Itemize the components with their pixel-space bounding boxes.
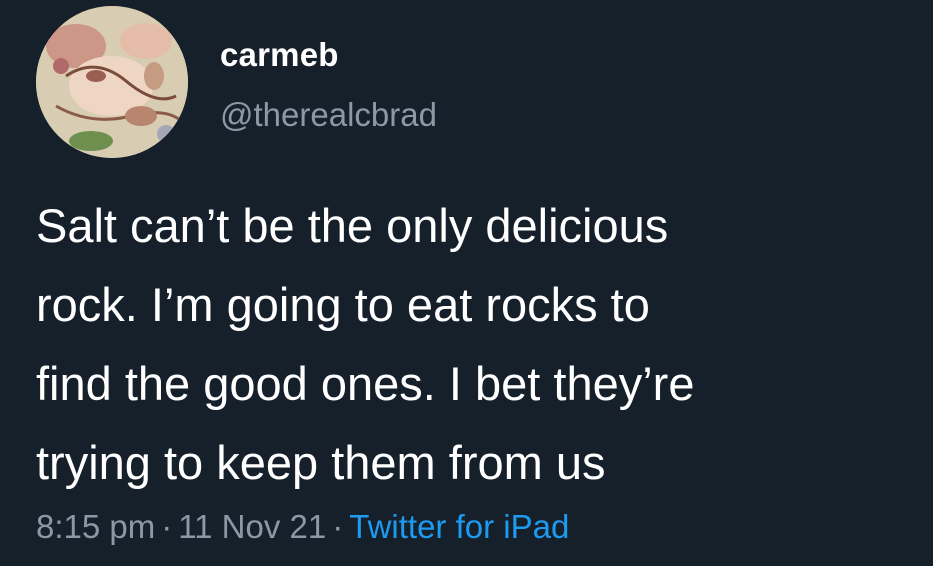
separator-dot: · <box>332 508 344 545</box>
tweet-source-link[interactable]: Twitter for iPad <box>349 508 569 545</box>
tweet: carmeb @therealcbrad Salt can’t be the o… <box>0 0 933 566</box>
avatar[interactable] <box>36 6 188 158</box>
display-name[interactable]: carmeb <box>220 36 339 74</box>
tweet-metadata: 8:15 pm · 11 Nov 21 · Twitter for iPad <box>36 508 569 546</box>
tweet-text: Salt can’t be the only delicious rock. I… <box>36 186 916 502</box>
tweet-text-line: trying to keep them from us <box>36 436 606 489</box>
user-handle[interactable]: @therealcbrad <box>220 96 437 134</box>
tweet-text-line: Salt can’t be the only delicious <box>36 199 669 252</box>
separator-dot: · <box>161 508 173 545</box>
tweet-date[interactable]: 11 Nov 21 <box>178 508 326 545</box>
tweet-text-line: rock. I’m going to eat rocks to <box>36 278 650 331</box>
tweet-text-line: find the good ones. I bet they’re <box>36 357 695 410</box>
tweet-time[interactable]: 8:15 pm <box>36 508 155 545</box>
avatar-illustration <box>36 6 188 158</box>
